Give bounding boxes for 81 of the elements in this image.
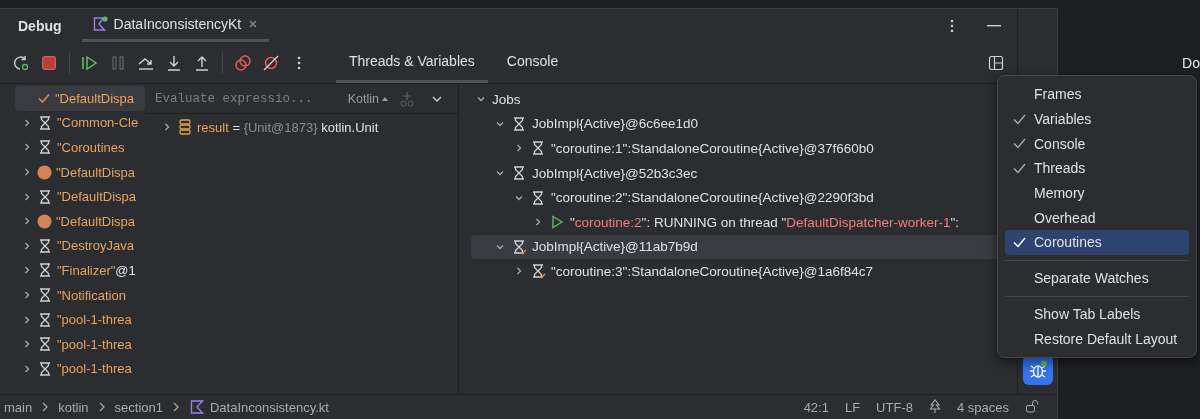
hourglass-icon bbox=[37, 311, 53, 328]
more-icon bbox=[297, 55, 301, 70]
hourglass-icon bbox=[37, 262, 53, 279]
hourglass-icon bbox=[511, 115, 527, 132]
tree-icon bbox=[928, 398, 941, 413]
thread-row[interactable]: "pool-1-threa bbox=[15, 356, 145, 382]
tree-node-label: Jobs bbox=[492, 91, 521, 107]
tree-node-label: JobImpl{Active}@6c6ee1d0 bbox=[532, 116, 699, 132]
hourglass-check-icon bbox=[511, 238, 527, 255]
tree-node-label: "coroutine:2": RUNNING on thread "DefaultDispatcher-worker-1": bbox=[570, 214, 960, 230]
thread-name: "DefaultDispa bbox=[56, 164, 136, 180]
status-item[interactable]: 42:1 bbox=[803, 399, 829, 415]
thread-row[interactable]: "Common-Cle bbox=[15, 110, 145, 136]
tree-node-label: "coroutine:3":StandaloneCoroutine{Active}@1a6f84c7 bbox=[551, 263, 873, 279]
thread-name: "DefaultDispa bbox=[56, 213, 136, 229]
breadcrumb[interactable]: kotlin bbox=[58, 399, 89, 415]
hourglass-icon bbox=[530, 140, 546, 157]
thread-name: "DefaultDispa bbox=[57, 189, 137, 205]
hourglass-icon bbox=[37, 114, 53, 131]
session-tab[interactable]: DataInconsistencyKt bbox=[81, 9, 270, 42]
caret-icon bbox=[382, 95, 388, 102]
status-item[interactable]: UTF-8 bbox=[876, 399, 913, 415]
hourglass-icon bbox=[37, 237, 53, 254]
view-tab[interactable]: Console bbox=[493, 42, 572, 83]
variable-value: result = {Unit@1873} kotlin.Unit bbox=[197, 119, 379, 135]
background-window-text: Do bbox=[1182, 55, 1200, 71]
thread-row[interactable]: "DefaultDispa bbox=[15, 159, 145, 185]
view-tab[interactable]: Threads & Variables bbox=[336, 42, 488, 83]
thread-row[interactable]: "DefaultDispa bbox=[15, 208, 145, 234]
hourglass-icon bbox=[37, 360, 53, 377]
hourglass-icon bbox=[37, 336, 53, 353]
thread-name: "Notification bbox=[57, 287, 126, 303]
breadcrumb[interactable]: section1 bbox=[114, 399, 163, 415]
thread-name: "Common-Cle bbox=[57, 115, 139, 131]
thread-row[interactable]: "Finalizer"@1 bbox=[15, 258, 145, 283]
breadcrumb[interactable]: DataInconsistency.kt bbox=[188, 399, 329, 415]
hourglass-icon bbox=[511, 165, 527, 182]
thread-row[interactable]: "DefaultDispa bbox=[15, 86, 145, 111]
thread-row[interactable]: "Notification bbox=[15, 282, 145, 308]
menu-item[interactable]: Coroutines bbox=[1005, 230, 1189, 255]
tree-node-label: "coroutine:1":StandaloneCoroutine{Active}@37f660b0 bbox=[551, 141, 874, 156]
hourglass-icon bbox=[37, 188, 53, 205]
thread-row[interactable]: "pool-1-threa bbox=[15, 307, 145, 332]
bug-icon bbox=[1027, 360, 1048, 380]
circle-icon bbox=[37, 213, 52, 229]
pause-icon bbox=[112, 55, 124, 70]
field-icon bbox=[179, 119, 191, 135]
thread-name: "Coroutines bbox=[57, 140, 125, 155]
play-icon bbox=[549, 214, 565, 231]
thread-name: "Finalizer"@1 bbox=[57, 262, 136, 278]
hourglass-icon bbox=[530, 189, 546, 206]
hourglass-icon bbox=[37, 287, 53, 304]
thread-row[interactable]: "DefaultDispa bbox=[15, 184, 145, 209]
kotlin-file-icon bbox=[188, 399, 205, 415]
thread-name: "DestroyJava bbox=[57, 238, 134, 254]
tree-node-label: JobImpl{Active}@52b3c3ec bbox=[532, 165, 698, 181]
breadcrumb[interactable]: main bbox=[4, 399, 33, 415]
status-item[interactable]: 4 spaces bbox=[956, 399, 1009, 415]
kotlin-file-icon bbox=[91, 16, 108, 32]
thread-row[interactable]: "DestroyJava bbox=[15, 233, 145, 259]
panel-title: Debug bbox=[18, 17, 62, 34]
circle-icon bbox=[37, 164, 52, 180]
evaluate-field[interactable]: Evaluate expressio... bbox=[153, 90, 340, 107]
hourglass-icon bbox=[37, 139, 53, 156]
thread-name: "pool-1-threa bbox=[57, 361, 132, 377]
thread-row[interactable]: "Coroutines bbox=[15, 135, 145, 160]
tree-node-label: JobImpl{Active}@11ab7b9d bbox=[532, 239, 698, 255]
menu-item[interactable]: Show Tab Labels bbox=[1005, 301, 1189, 327]
more-icon bbox=[950, 18, 954, 33]
checkmark-icon bbox=[37, 91, 51, 106]
status-item[interactable]: LF bbox=[844, 399, 861, 415]
hourglass-check-icon bbox=[530, 263, 546, 280]
menu-item[interactable]: Restore Default Layout bbox=[1005, 326, 1189, 351]
thread-name: "pool-1-threa bbox=[57, 312, 132, 328]
thread-name: "pool-1-threa bbox=[57, 336, 132, 352]
tree-node-label: "coroutine:2":StandaloneCoroutine{Active}@2290f3bd bbox=[551, 190, 874, 206]
lock-icon bbox=[1025, 398, 1039, 413]
language-dropdown[interactable]: Kotlin bbox=[347, 91, 388, 106]
minimize-icon bbox=[987, 24, 1001, 27]
thread-name: "DefaultDispa bbox=[55, 90, 135, 106]
thread-row[interactable]: "pool-1-threa bbox=[15, 331, 145, 357]
